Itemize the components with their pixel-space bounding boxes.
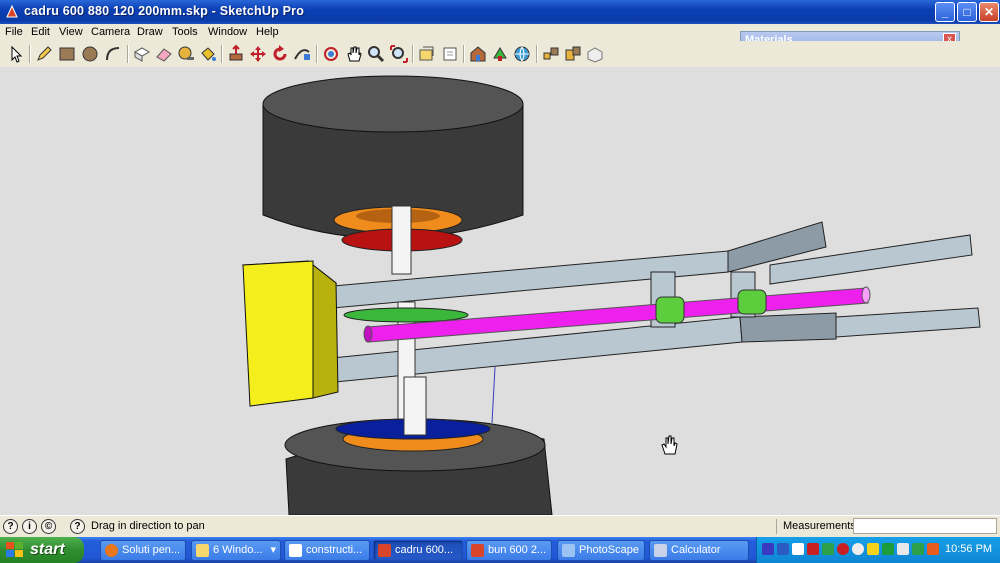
- model-scene: [241, 75, 981, 515]
- components-icon[interactable]: [541, 44, 561, 64]
- menu-window[interactable]: Window: [208, 26, 247, 38]
- follow-me-icon[interactable]: [292, 44, 312, 64]
- taskbar-item-explorer[interactable]: 6 Windo... ▾: [191, 540, 281, 561]
- motor-block: [241, 259, 339, 407]
- taskbar-item-sketchup-active[interactable]: cadru 600...: [373, 540, 463, 561]
- menu-camera[interactable]: Camera: [91, 26, 130, 38]
- geolocate-icon[interactable]: [512, 44, 532, 64]
- measurements-input[interactable]: [853, 518, 997, 534]
- taskbar: start Soluti pen... 6 Windo... ▾ construc…: [0, 537, 1000, 563]
- maximize-button[interactable]: □: [957, 2, 977, 22]
- network-icon[interactable]: [762, 543, 774, 555]
- battery-icon[interactable]: [912, 543, 924, 555]
- system-tray: 10:56 PM: [756, 537, 1000, 563]
- menu-file[interactable]: File: [5, 26, 23, 38]
- paint-bucket-icon[interactable]: [198, 44, 218, 64]
- windows-logo-icon: [6, 542, 23, 557]
- title-bar: cadru 600 880 120 200mm.skp - SketchUp P…: [0, 0, 1000, 24]
- circle-icon[interactable]: [80, 44, 100, 64]
- previous-view-icon[interactable]: [417, 44, 437, 64]
- next-view-icon[interactable]: [440, 44, 460, 64]
- menu-view[interactable]: View: [59, 26, 83, 38]
- start-button[interactable]: start: [0, 537, 84, 563]
- window-title: cadru 600 880 120 200mm.skp - SketchUp P…: [24, 4, 305, 18]
- folder-icon: [196, 544, 209, 557]
- status-bar: ? i © ? Drag in direction to pan Measure…: [0, 515, 1000, 537]
- alert-icon[interactable]: [837, 543, 849, 555]
- photoscape-icon: [562, 544, 575, 557]
- model-viewport[interactable]: [0, 67, 1000, 515]
- close-button[interactable]: ✕: [979, 2, 999, 22]
- taskbar-item-calculator[interactable]: Calculator: [649, 540, 749, 561]
- taskbar-item-document[interactable]: constructi...: [284, 540, 370, 561]
- pencil-icon[interactable]: [34, 44, 54, 64]
- minimize-button[interactable]: _: [935, 2, 955, 22]
- taskbar-clock[interactable]: 10:56 PM: [945, 543, 992, 555]
- zoom-extents-icon[interactable]: [389, 44, 409, 64]
- pan-cursor-icon: [661, 435, 678, 455]
- gear-icon[interactable]: [897, 543, 909, 555]
- sketchup-icon: [471, 544, 484, 557]
- menu-tools[interactable]: Tools: [172, 26, 198, 38]
- status-message: Drag in direction to pan: [91, 520, 205, 532]
- push-pull-icon[interactable]: [226, 44, 246, 64]
- layout-icon[interactable]: [585, 44, 605, 64]
- eraser-icon[interactable]: [154, 44, 174, 64]
- chevron-down-icon: ▾: [270, 544, 276, 556]
- antivirus-icon[interactable]: [807, 543, 819, 555]
- taskbar-item-photoscape[interactable]: PhotoScape: [557, 540, 645, 561]
- tape-measure-icon[interactable]: [176, 44, 196, 64]
- taskbar-item-firefox[interactable]: Soluti pen...: [100, 540, 186, 561]
- monitor-icon[interactable]: [777, 543, 789, 555]
- sketchup-icon: [378, 544, 391, 557]
- document-icon: [289, 544, 302, 557]
- help-icon[interactable]: ?: [70, 519, 85, 534]
- notification-icon[interactable]: [867, 543, 879, 555]
- make-component-icon[interactable]: [132, 44, 152, 64]
- arc-icon[interactable]: [103, 44, 123, 64]
- bottom-wheel: [284, 376, 553, 515]
- clock-app-icon[interactable]: [852, 543, 864, 555]
- taskbar-item-sketchup[interactable]: bun 600 2...: [466, 540, 552, 561]
- toolbar: [0, 41, 1000, 68]
- calculator-icon: [654, 544, 667, 557]
- user-icon[interactable]: ©: [41, 519, 56, 534]
- tray-app-icon[interactable]: [792, 543, 804, 555]
- rotate-icon[interactable]: [270, 44, 290, 64]
- select-icon[interactable]: [6, 44, 26, 64]
- menu-help[interactable]: Help: [256, 26, 279, 38]
- rectangle-icon[interactable]: [57, 44, 77, 64]
- share-model-icon[interactable]: [490, 44, 510, 64]
- info-icon[interactable]: ?: [3, 519, 18, 534]
- move-icon[interactable]: [248, 44, 268, 64]
- menu-edit[interactable]: Edit: [31, 26, 50, 38]
- security-icon[interactable]: [822, 543, 834, 555]
- sync-icon[interactable]: [882, 543, 894, 555]
- top-wheel: [262, 75, 524, 275]
- extension-icon[interactable]: [563, 44, 583, 64]
- sketchup-icon: [6, 4, 18, 18]
- media-icon[interactable]: [927, 543, 939, 555]
- credits-icon[interactable]: i: [22, 519, 37, 534]
- pan-icon[interactable]: [344, 44, 364, 64]
- zoom-icon[interactable]: [366, 44, 386, 64]
- orbit-icon[interactable]: [321, 44, 341, 64]
- warehouse-icon[interactable]: [468, 44, 488, 64]
- start-label: start: [30, 541, 65, 558]
- menu-draw[interactable]: Draw: [137, 26, 163, 38]
- measurements-label: Measurements: [776, 519, 856, 534]
- firefox-icon: [105, 544, 118, 557]
